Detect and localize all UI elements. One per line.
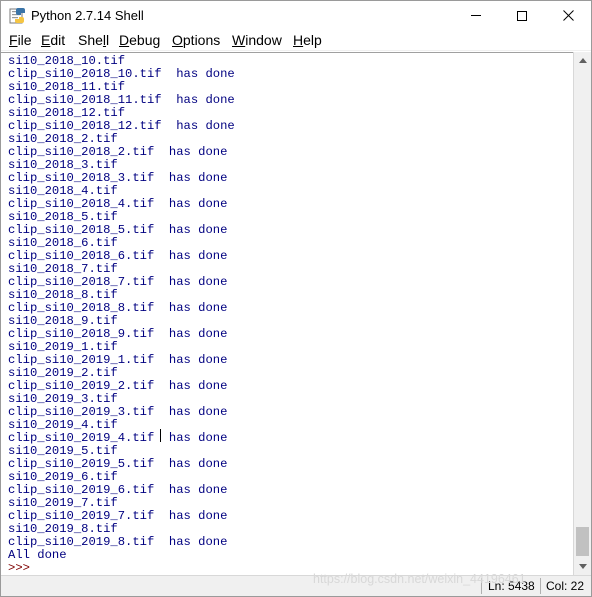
- menu-edit-post: dit: [50, 32, 66, 48]
- vertical-scrollbar[interactable]: [573, 52, 591, 575]
- menu-shell-pre: She: [78, 32, 103, 48]
- menu-window[interactable]: Window: [232, 32, 282, 49]
- menu-window-mnemonic: W: [232, 32, 246, 48]
- shell-prompt[interactable]: >>>: [8, 562, 30, 575]
- menu-file[interactable]: File: [9, 32, 32, 49]
- status-separator: [540, 578, 541, 594]
- menu-help-mnemonic: H: [293, 32, 304, 48]
- status-column-number: Col: 22: [546, 579, 585, 593]
- menu-file-mnemonic: F: [9, 32, 18, 48]
- menu-debug-mnemonic: D: [119, 32, 130, 48]
- menu-debug[interactable]: Debug: [119, 32, 160, 49]
- close-icon: [562, 10, 574, 21]
- menu-options[interactable]: Options: [172, 32, 220, 49]
- python-idle-icon: [9, 8, 25, 24]
- scroll-up-button[interactable]: [574, 52, 591, 69]
- menu-help[interactable]: Help: [293, 32, 322, 49]
- idle-shell-window: Python 2.7.14 Shell File Edit Shell Debu…: [0, 0, 592, 597]
- menu-debug-post: ebug: [129, 32, 161, 48]
- menu-edit[interactable]: Edit: [41, 32, 65, 49]
- menu-options-mnemonic: O: [172, 32, 183, 48]
- shell-text-area[interactable]: si10_2018_10.tif clip_si10_2018_10.tif ha…: [1, 52, 573, 575]
- watermark-text: https://blog.csdn.net/weixin_44196461: [313, 572, 526, 586]
- maximize-button[interactable]: [499, 1, 545, 30]
- menu-bar: File Edit Shell Debug Options Window Hel…: [1, 30, 591, 51]
- menu-shell[interactable]: Shell: [78, 32, 109, 49]
- arrow-down-icon: [578, 564, 587, 569]
- window-title: Python 2.7.14 Shell: [31, 8, 144, 23]
- minimize-button[interactable]: [453, 1, 499, 30]
- menu-window-post: indow: [245, 32, 282, 48]
- minimize-icon: [471, 15, 481, 16]
- scroll-down-button[interactable]: [574, 558, 591, 575]
- maximize-icon: [517, 10, 527, 21]
- menu-help-post: elp: [303, 32, 322, 48]
- title-bar[interactable]: Python 2.7.14 Shell: [1, 1, 591, 30]
- menu-file-post: ile: [17, 32, 32, 48]
- menu-edit-mnemonic: E: [41, 32, 51, 48]
- close-button[interactable]: [545, 1, 591, 30]
- menu-options-post: ptions: [182, 32, 221, 48]
- menu-shell-post: l: [106, 32, 110, 48]
- scrollbar-thumb[interactable]: [576, 527, 589, 556]
- arrow-up-icon: [578, 58, 587, 63]
